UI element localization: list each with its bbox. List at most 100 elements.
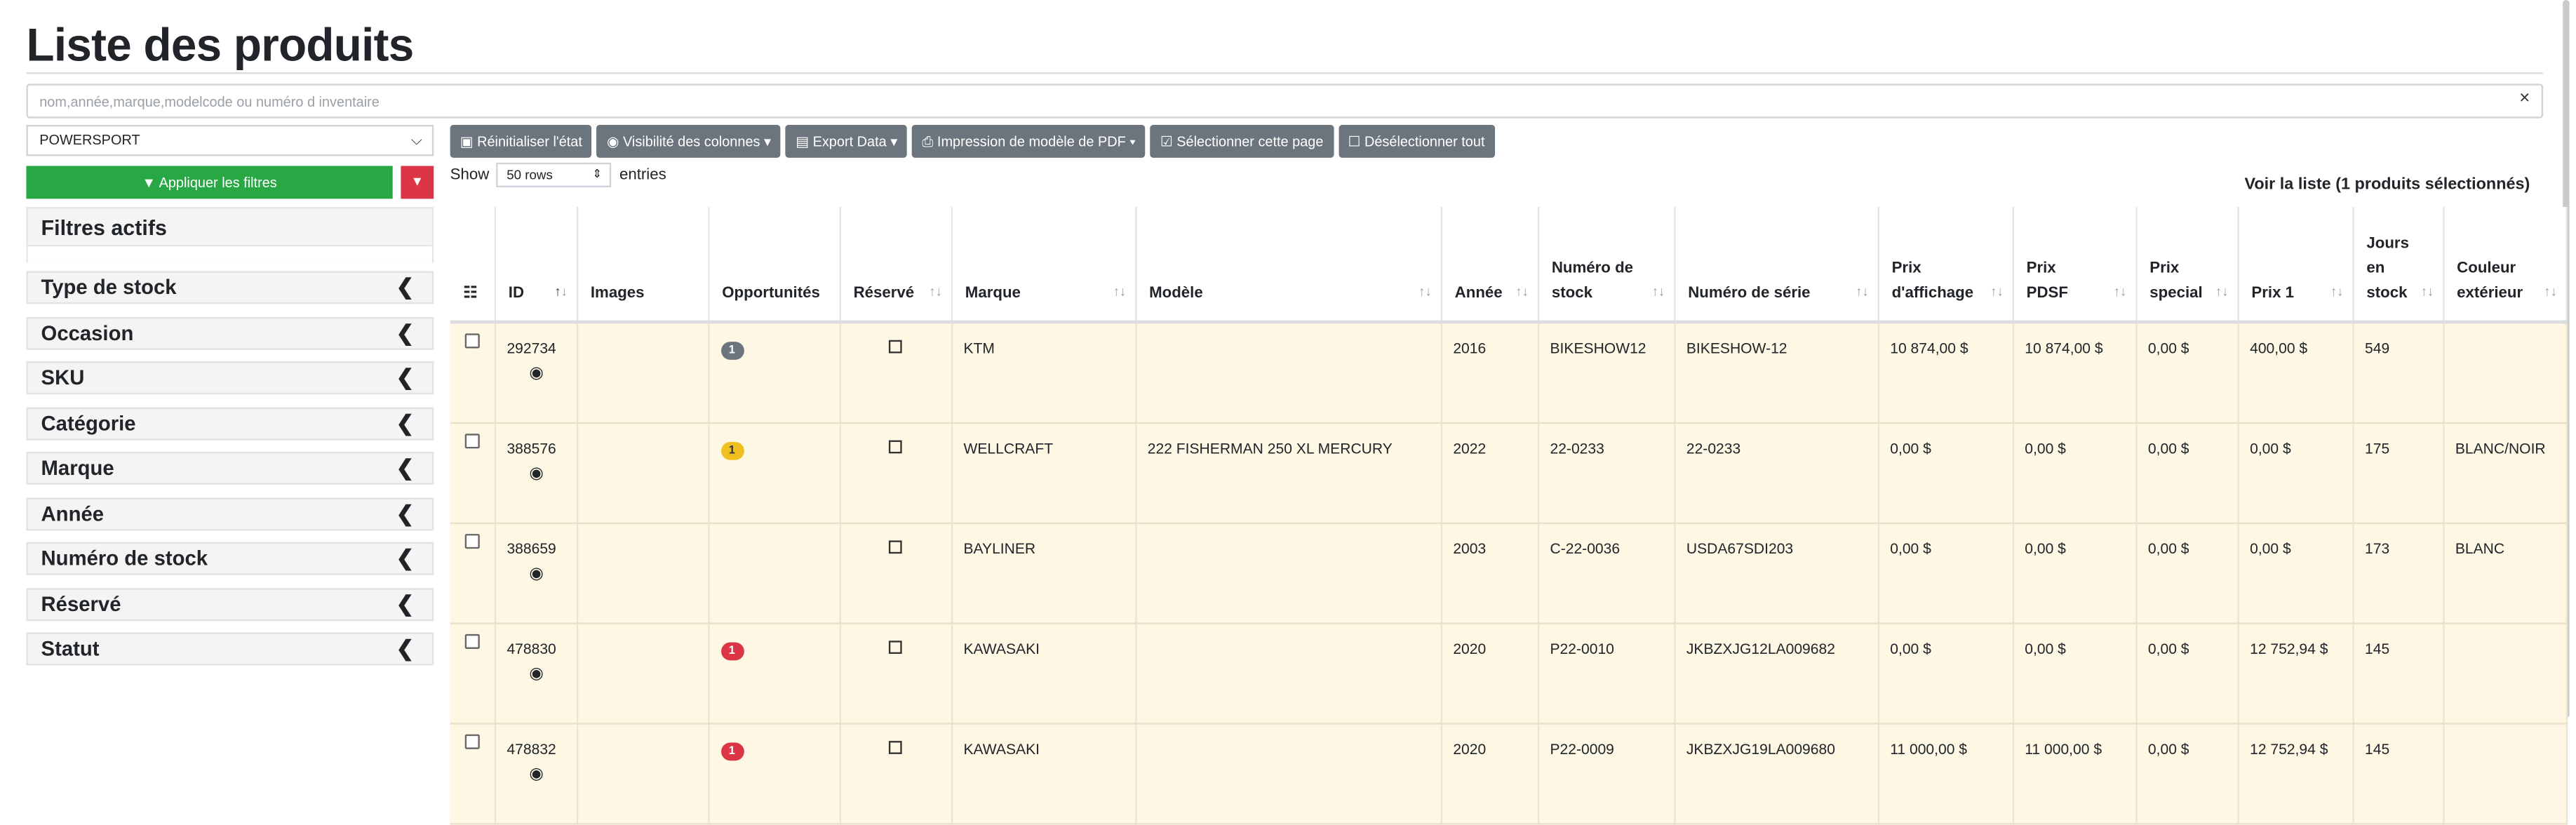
- row-checkbox[interactable]: [464, 534, 480, 549]
- cell-price1: 12 752,94 $: [2237, 623, 2354, 725]
- cell-year: 2022: [1440, 423, 1539, 525]
- sort-icon: ↑↓: [1418, 284, 1432, 300]
- cell-days-in-stock: 175: [2352, 423, 2444, 525]
- header-days-in-stock[interactable]: Jours en stock ↑↓: [2352, 207, 2444, 324]
- cell-special-price-value: 0,00 $: [2147, 540, 2189, 557]
- category-select-value: POWERSPORT: [39, 131, 140, 148]
- header-price1-label: Prix 1: [2251, 284, 2295, 302]
- header-id[interactable]: ID ↑↓: [494, 207, 578, 324]
- cell-stock-number: BIKESHOW12: [1537, 321, 1675, 424]
- clear-filters-button[interactable]: ▼: [401, 166, 434, 199]
- apply-filters-label: Appliquer les filtres: [159, 174, 277, 191]
- table-row[interactable]: 478832 ◉ 1 KAWASAKI 2020 P22-0009 JKBZXJG19LA0…: [450, 723, 2568, 825]
- header-exterior-color[interactable]: Couleur extérieur ↑↓: [2443, 207, 2568, 324]
- file-icon: ▤: [796, 133, 810, 150]
- cell-price1-value: 0,00 $: [2250, 540, 2291, 557]
- header-serial[interactable]: Numéro de série ↑↓: [1674, 207, 1879, 324]
- opportunity-badge[interactable]: 1: [720, 642, 744, 661]
- row-checkbox[interactable]: [464, 434, 480, 449]
- filter-occasion[interactable]: Occasion ❮: [26, 316, 434, 349]
- cell-price1: 12 752,94 $: [2237, 723, 2354, 825]
- cell-display-price-value: 11 000,00 $: [1890, 741, 1968, 758]
- filter-marque[interactable]: Marque ❮: [26, 451, 434, 485]
- caret-down-icon: ▾: [890, 133, 898, 150]
- chevron-left-icon: ❮: [396, 274, 415, 300]
- cell-images: [576, 723, 709, 825]
- reset-state-button[interactable]: ▣ Réinitialiser l'état: [450, 124, 592, 158]
- eye-icon[interactable]: ◉: [507, 465, 565, 483]
- cell-brand: KTM: [951, 321, 1136, 424]
- eye-icon[interactable]: ◉: [507, 765, 565, 784]
- header-special-price[interactable]: Prix special ↑↓: [2135, 207, 2239, 324]
- header-stock-number[interactable]: Numéro de stock ↑↓: [1537, 207, 1675, 324]
- table-row[interactable]: 478830 ◉ 1 KAWASAKI 2020 P22-0010 JKBZXJG12LA0…: [450, 623, 2568, 725]
- opportunity-badge[interactable]: 1: [720, 342, 744, 360]
- table-toolbar: ▣ Réinitialiser l'état ◉ Visibilité des …: [450, 124, 1495, 158]
- apply-filters-button[interactable]: ▼ Appliquer les filtres: [26, 166, 393, 199]
- cell-exterior-color: BLANC: [2443, 523, 2568, 624]
- filter-sku[interactable]: SKU ❮: [26, 361, 434, 395]
- cell-year: 2016: [1440, 321, 1539, 424]
- reserved-checkbox-icon: [888, 540, 902, 554]
- cell-images: [576, 321, 709, 424]
- active-filters-panel: Filtres actifs: [26, 207, 434, 263]
- filter-reserve[interactable]: Réservé ❮: [26, 587, 434, 621]
- header-brand[interactable]: Marque ↑↓: [951, 207, 1136, 324]
- row-checkbox[interactable]: [464, 333, 480, 349]
- cell-special-price-value: 0,00 $: [2147, 640, 2189, 657]
- filter-statut[interactable]: Statut ❮: [26, 632, 434, 666]
- cell-serial-value: 22-0233: [1686, 440, 1741, 457]
- print-pdf-button[interactable]: ⎙ Impression de modèle de PDF ▾: [912, 124, 1146, 158]
- header-reserved[interactable]: Réservé ↑↓: [839, 207, 953, 324]
- opportunity-badge[interactable]: 1: [720, 441, 744, 460]
- deselect-all-button[interactable]: ☐ Désélectionner tout: [1338, 124, 1495, 158]
- row-checkbox[interactable]: [464, 633, 480, 650]
- table-row[interactable]: 388659 ◉ BAYLINER 2003 C-22-0036 USDA67SDI203…: [450, 523, 2568, 624]
- clear-search-icon[interactable]: ×: [2519, 88, 2530, 108]
- header-model-label: Modèle: [1149, 284, 1203, 302]
- search-field[interactable]: ×: [26, 83, 2544, 119]
- export-data-button[interactable]: ▤ Export Data ▾: [786, 124, 908, 158]
- eye-icon[interactable]: ◉: [507, 565, 565, 584]
- cell-exterior-color: [2443, 623, 2568, 725]
- cell-serial-value: JKBZXJG12LA009682: [1686, 640, 1835, 657]
- print-icon: ⎙: [922, 133, 934, 150]
- table-row[interactable]: 292734 ◉ 1 KTM 2016 BIKESHOW12 BIKESHOW-12 10 8…: [450, 321, 2568, 424]
- table-row[interactable]: 388576 ◉ 1 WELLCRAFT 222 FISHERMAN 250 XL ME…: [450, 423, 2568, 525]
- header-year[interactable]: Année ↑↓: [1440, 207, 1539, 324]
- eye-icon[interactable]: ◉: [507, 365, 565, 383]
- sort-icon: ↑↓: [2215, 284, 2229, 300]
- filter-type-de-stock[interactable]: Type de stock ❮: [26, 271, 434, 304]
- header-pdsf[interactable]: Prix PDSF ↑↓: [2012, 207, 2137, 324]
- select-page-button[interactable]: ☑ Sélectionner cette page: [1150, 124, 1334, 158]
- list-selection-info[interactable]: Voir la liste (1 produits sélectionnés): [2244, 176, 2530, 194]
- cell-price1: 0,00 $: [2237, 423, 2354, 525]
- header-model[interactable]: Modèle ↑↓: [1135, 207, 1442, 324]
- title-divider: [26, 72, 2544, 74]
- chevron-down-icon: ⌵: [410, 131, 422, 148]
- header-select[interactable]: ☷: [450, 207, 496, 324]
- reset-state-label: Réinitialiser l'état: [477, 133, 582, 150]
- column-visibility-button[interactable]: ◉ Visibilité des colonnes ▾: [596, 124, 781, 158]
- eye-icon[interactable]: ◉: [507, 665, 565, 683]
- sort-icon: ↑↓: [2113, 284, 2127, 300]
- cell-pdsf: 0,00 $: [2012, 423, 2137, 525]
- chevron-left-icon: ❮: [396, 319, 415, 344]
- cell-days-in-stock-value: 549: [2365, 340, 2390, 357]
- cell-stock-number-value: P22-0009: [1550, 741, 1614, 758]
- search-input[interactable]: [27, 88, 2471, 116]
- header-display-price[interactable]: Prix d'affichage ↑↓: [1877, 207, 2013, 324]
- page-length-select[interactable]: 50 rows ⇕: [497, 162, 612, 187]
- row-checkbox[interactable]: [464, 734, 480, 749]
- filter-numero-de-stock[interactable]: Numéro de stock ❮: [26, 542, 434, 575]
- list-check-icon: ☷: [463, 284, 478, 302]
- cell-special-price: 0,00 $: [2135, 523, 2239, 624]
- filter-categorie[interactable]: Catégorie ❮: [26, 406, 434, 440]
- cell-special-price: 0,00 $: [2135, 623, 2239, 725]
- cell-select: [450, 523, 496, 624]
- category-select[interactable]: POWERSPORT ⌵: [26, 124, 434, 156]
- opportunity-badge[interactable]: 1: [720, 742, 744, 761]
- header-price1[interactable]: Prix 1 ↑↓: [2237, 207, 2354, 324]
- filter-annee[interactable]: Année ❮: [26, 497, 434, 530]
- filter-clear-icon: ▼: [410, 174, 424, 189]
